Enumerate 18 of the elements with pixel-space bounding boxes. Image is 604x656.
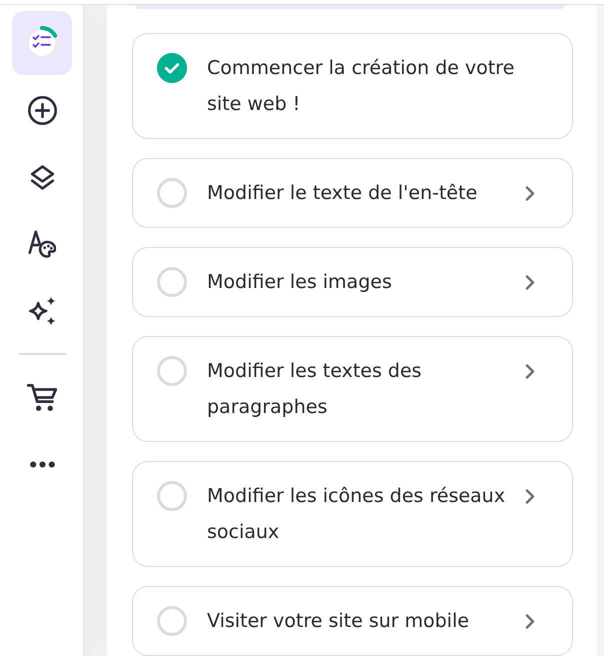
layers-icon [30,164,54,190]
sparkles-icon [28,296,56,326]
task-item[interactable]: Modifier les textes des paragraphes [132,336,573,442]
chevron-right-icon [525,364,535,379]
task-item[interactable]: Modifier les icônes des réseaux sociaux [132,461,573,567]
text-palette-icon [28,230,56,258]
more-icon [30,460,54,468]
chevron-right-icon [525,275,535,290]
task-item[interactable]: Modifier les images [132,247,573,317]
chevron-right-icon [525,186,535,201]
task-item[interactable]: Commencer la création de votre site web ! [132,33,573,139]
cart-icon [27,384,57,410]
chevron-right-icon [525,489,535,504]
add-icon [28,96,56,124]
checklist-progress-icon [24,25,60,61]
task-item[interactable]: Visiter votre site sur mobile [132,586,573,656]
chevron-right-icon [525,614,535,629]
task-item[interactable]: Modifier le texte de l'en-tête [132,158,573,228]
